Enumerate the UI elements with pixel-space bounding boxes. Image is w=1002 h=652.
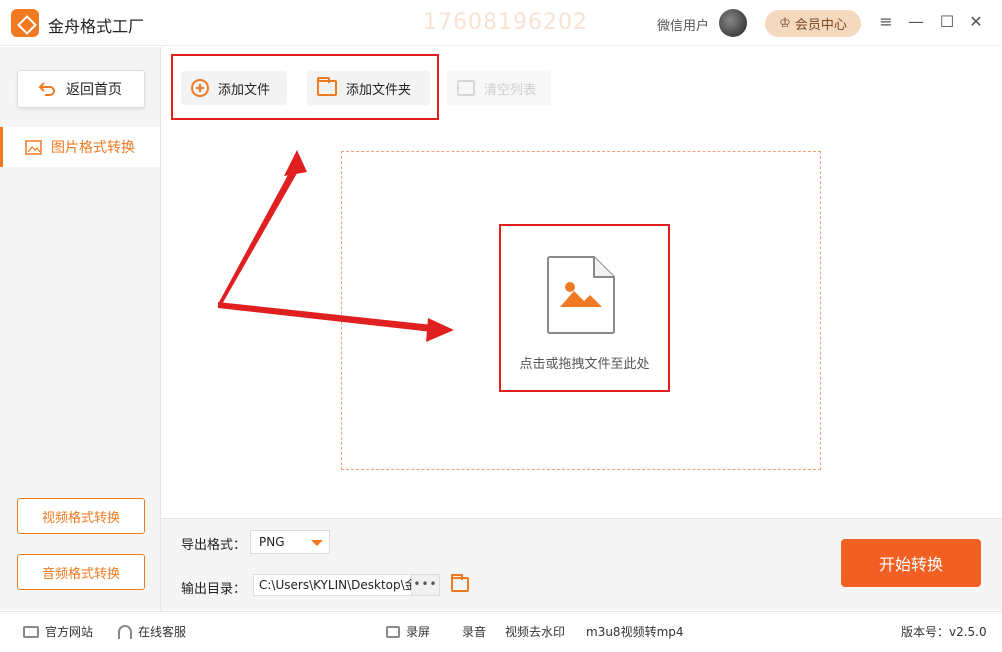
output-dir-label: 输出目录： — [181, 582, 247, 597]
add-folder-label: 添加文件夹 — [346, 82, 412, 98]
version-text: 版本号：v2.5.0 — [901, 625, 987, 639]
format-value: PNG — [259, 535, 285, 549]
crown-icon: ♔ — [779, 16, 791, 31]
add-file-label: 添加文件 — [218, 82, 271, 98]
audio-convert-button[interactable]: 音频格式转换 — [17, 554, 145, 590]
avatar[interactable] — [719, 9, 747, 37]
app-title: 金舟格式工厂 — [48, 17, 145, 36]
maximize-icon[interactable]: ☐ — [937, 12, 957, 32]
remove-watermark-link[interactable]: 视频去水印 — [505, 623, 565, 640]
output-dir-input[interactable]: C:\Users\KYLIN\Desktop\金 — [253, 574, 413, 596]
image-icon — [25, 139, 42, 155]
back-arrow-icon — [38, 82, 55, 96]
arrow-up-line — [218, 162, 300, 306]
m3u8-convert-link[interactable]: m3u8视频转mp4 — [586, 623, 684, 640]
back-home-button[interactable]: 返回首页 — [17, 70, 145, 108]
open-folder-icon[interactable] — [451, 574, 469, 592]
sidebar: 返回首页 图片格式转换 视频格式转换 音频格式转换 — [0, 47, 161, 610]
format-label: 导出格式： — [181, 538, 247, 553]
vip-center-label: 会员中心 — [794, 18, 847, 33]
website-link[interactable]: 官方网站 — [23, 623, 93, 640]
add-folder-button[interactable]: 添加文件夹 — [307, 71, 430, 105]
folder-icon — [317, 77, 337, 96]
website-label: 官方网站 — [45, 625, 94, 639]
watermark-text: 17608196202 — [423, 10, 588, 35]
format-select[interactable]: PNG — [250, 530, 330, 554]
minimize-icon[interactable]: — — [906, 12, 926, 32]
drop-hint-text: 点击或拖拽文件至此处 — [519, 357, 650, 372]
headset-icon — [118, 624, 132, 639]
back-home-label: 返回首页 — [66, 82, 122, 98]
record-screen-label: 录屏 — [406, 625, 431, 639]
arrow-up-head — [284, 150, 307, 176]
sidebar-item-label: 图片格式转换 — [51, 140, 135, 156]
app-logo-icon — [11, 9, 39, 37]
menu-icon[interactable]: ≡ — [876, 12, 896, 32]
service-label: 在线客服 — [138, 625, 187, 639]
record-screen-link[interactable]: 录屏 — [386, 623, 430, 640]
vip-center-button[interactable]: ♔ 会员中心 — [765, 10, 861, 37]
megaphone-icon — [386, 625, 400, 638]
clear-list-button[interactable]: 清空列表 — [447, 71, 551, 105]
monitor-icon — [23, 625, 39, 638]
record-audio-link[interactable]: 录音 — [462, 623, 486, 640]
close-icon[interactable]: ✕ — [966, 12, 986, 32]
online-service-link[interactable]: 在线客服 — [118, 623, 186, 640]
chevron-down-icon — [311, 540, 323, 546]
browse-more-button[interactable]: ••• — [411, 574, 440, 596]
plus-circle-icon — [191, 79, 209, 97]
video-convert-button[interactable]: 视频格式转换 — [17, 498, 145, 534]
add-file-button[interactable]: 添加文件 — [181, 71, 287, 105]
start-convert-button[interactable]: 开始转换 — [841, 539, 981, 587]
basket-icon — [457, 80, 475, 96]
image-file-icon[interactable] — [546, 255, 616, 335]
sidebar-item-image-convert[interactable]: 图片格式转换 — [0, 127, 160, 167]
user-name[interactable]: 微信用户 — [657, 15, 709, 34]
clear-list-label: 清空列表 — [484, 82, 537, 98]
